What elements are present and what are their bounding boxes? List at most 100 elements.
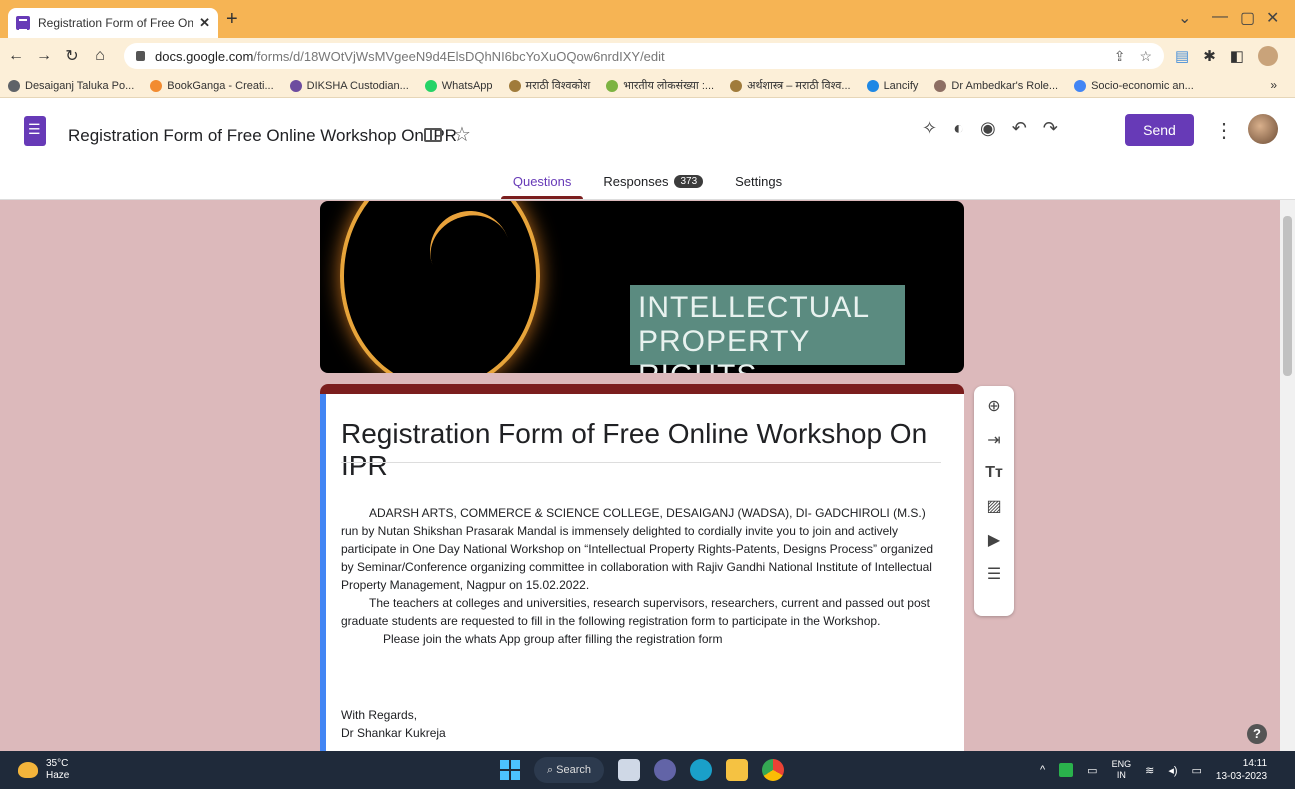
responses-count-badge: 373 xyxy=(674,175,704,188)
bookmark-star-icon[interactable]: ☆ xyxy=(1139,48,1152,65)
language-indicator[interactable]: ENG IN xyxy=(1112,759,1132,781)
tray-monitor-icon[interactable]: ▭ xyxy=(1087,764,1097,777)
header-banner-image[interactable]: INTELLECTUAL PROPERTY RIGHTS xyxy=(320,201,964,373)
add-image-icon[interactable]: ▨ xyxy=(986,496,1001,516)
form-title-card[interactable]: Registration Form of Free Online Worksho… xyxy=(320,384,964,751)
bookmark-item[interactable]: WhatsApp xyxy=(424,79,493,92)
bookmark-label: भारतीय लोकसंख्या :... xyxy=(623,80,715,92)
bookmark-item[interactable]: Dr Ambedkar's Role... xyxy=(934,79,1058,92)
volume-icon[interactable]: ◂) xyxy=(1168,764,1177,777)
form-description[interactable]: ADARSH ARTS, COMMERCE & SCIENCE COLLEGE,… xyxy=(341,504,946,648)
close-window-icon[interactable]: ✕ xyxy=(1266,8,1279,28)
bookmarks-bar: Desaiganj Taluka Po... BookGanga - Creat… xyxy=(0,74,1295,98)
card-accent-bar xyxy=(320,384,964,394)
signer-name: Dr Shankar Kukreja xyxy=(341,726,446,740)
tab-settings[interactable]: Settings xyxy=(731,174,786,197)
home-icon[interactable]: ⌂ xyxy=(88,47,112,65)
task-view-icon[interactable] xyxy=(618,759,640,781)
chrome-browser-icon[interactable] xyxy=(762,759,784,781)
bookmark-label: अर्थशास्त्र – मराठी विश्व... xyxy=(747,80,851,92)
preview-eye-icon[interactable]: ◉ xyxy=(980,118,996,139)
windows-start-icon[interactable] xyxy=(500,760,520,780)
document-title[interactable]: Registration Form of Free Online Worksho… xyxy=(68,126,457,146)
google-icon xyxy=(1074,79,1087,92)
tab-responses[interactable]: Responses 373 xyxy=(599,174,707,197)
add-title-text-icon[interactable]: Tт xyxy=(985,464,1003,482)
close-tab-icon[interactable]: ✕ xyxy=(199,15,210,31)
regards-text: With Regards, xyxy=(341,708,418,722)
docs-extension-icon[interactable]: ▤ xyxy=(1175,47,1189,65)
bookmark-item[interactable]: मराठी विश्वकोश xyxy=(508,78,591,93)
bookmark-favicon-icon xyxy=(606,79,619,92)
system-clock[interactable]: 14:11 13-03-2023 xyxy=(1216,757,1267,783)
addons-puzzle-icon[interactable]: ✧ xyxy=(922,118,937,139)
star-icon[interactable]: ☆ xyxy=(453,122,471,147)
bookmark-label: मराठी विश्वकोश xyxy=(525,80,591,92)
google-forms-favicon-icon xyxy=(16,16,30,31)
teams-chat-icon[interactable] xyxy=(654,759,676,781)
form-title[interactable]: Registration Form of Free Online Worksho… xyxy=(341,418,964,482)
region-code: IN xyxy=(1116,770,1126,780)
customize-theme-palette-icon[interactable]: ◐ xyxy=(953,118,964,139)
share-icon[interactable]: ⇪ xyxy=(1114,48,1126,65)
wifi-icon[interactable]: ≋ xyxy=(1145,764,1154,777)
bookmark-item[interactable]: Lancify xyxy=(866,79,918,92)
bookmark-label: BookGanga - Creati... xyxy=(167,79,274,92)
bookmark-item[interactable]: भारतीय लोकसंख्या :... xyxy=(606,78,714,93)
browser-tab[interactable]: Registration Form of Free Online ✕ xyxy=(8,8,218,38)
address-bar[interactable]: docs.google.com/forms/d/18WOtVjWsMVgeeN9… xyxy=(124,43,1164,69)
add-section-icon[interactable]: ☰ xyxy=(987,564,1001,584)
form-tabs: Questions Responses 373 Settings xyxy=(0,174,1295,199)
google-forms-logo-icon[interactable] xyxy=(24,116,46,146)
more-bookmarks-icon[interactable]: » xyxy=(1270,78,1277,92)
bookmark-item[interactable]: DIKSHA Custodian... xyxy=(289,79,409,92)
clock-time: 14:11 xyxy=(1242,758,1268,769)
reload-icon[interactable]: ↻ xyxy=(60,46,84,66)
search-label: Search xyxy=(556,764,592,776)
bookmark-item[interactable]: अर्थशास्त्र – मराठी विश्व... xyxy=(730,78,851,93)
account-avatar[interactable] xyxy=(1248,114,1278,144)
file-explorer-icon[interactable] xyxy=(726,759,748,781)
move-to-folder-icon[interactable] xyxy=(424,128,442,142)
forward-icon[interactable]: → xyxy=(32,47,56,65)
language-code: ENG xyxy=(1111,759,1132,769)
show-hidden-icons-chevron-icon[interactable]: ^ xyxy=(1040,764,1045,776)
lock-icon[interactable] xyxy=(136,51,145,61)
page-scrollbar[interactable] xyxy=(1280,200,1295,751)
bookmark-item[interactable]: BookGanga - Creati... xyxy=(150,79,274,92)
weather-condition: Haze xyxy=(46,770,70,781)
profile-avatar[interactable] xyxy=(1257,46,1278,66)
redo-icon[interactable]: ↷ xyxy=(1043,118,1058,139)
battery-icon[interactable]: ▭ xyxy=(1192,764,1202,777)
add-video-icon[interactable]: ▶ xyxy=(988,530,1000,550)
help-icon[interactable]: ? xyxy=(1247,724,1267,744)
new-tab-icon[interactable]: + xyxy=(226,8,238,31)
edge-browser-icon[interactable] xyxy=(690,759,712,781)
bookmark-item[interactable]: Desaiganj Taluka Po... xyxy=(8,79,134,92)
back-icon[interactable]: ← xyxy=(4,47,28,65)
add-question-icon[interactable]: ⊕ xyxy=(987,396,1000,416)
windows-taskbar: 35°C Haze ⌕ Search ^ ▭ ENG IN ≋ ◂) ▭ 14:… xyxy=(0,751,1295,789)
minimize-icon[interactable]: — xyxy=(1212,8,1228,26)
bookmark-favicon-icon xyxy=(508,79,521,92)
url-path: /forms/d/18WOtVjWsMVgeeN9d4ElsDQhNI6bcYo… xyxy=(253,48,665,64)
weather-widget[interactable]: 35°C Haze xyxy=(18,758,69,782)
bookmark-item[interactable]: Socio-economic an... xyxy=(1074,79,1194,92)
tab-questions[interactable]: Questions xyxy=(500,174,583,199)
import-questions-icon[interactable]: ⇥ xyxy=(987,430,1000,450)
undo-icon[interactable]: ↶ xyxy=(1012,118,1027,139)
browser-tab-strip: Registration Form of Free Online ✕ + ⌄ —… xyxy=(0,0,1295,38)
bookmark-favicon-icon xyxy=(934,79,947,92)
tab-search-chevron-icon[interactable]: ⌄ xyxy=(1178,8,1191,28)
tray-app-icon[interactable] xyxy=(1059,763,1074,777)
taskbar-search[interactable]: ⌕ Search xyxy=(534,757,604,783)
restore-icon[interactable]: ▢ xyxy=(1240,8,1255,28)
extensions-puzzle-icon[interactable]: ✱ xyxy=(1203,47,1216,65)
scrollbar-thumb[interactable] xyxy=(1283,216,1292,376)
clock-date: 13-03-2023 xyxy=(1215,771,1268,782)
floating-toolbar: ⊕ ⇥ Tт ▨ ▶ ☰ xyxy=(974,386,1014,616)
side-panel-icon[interactable]: ◧ xyxy=(1230,47,1244,65)
send-button[interactable]: Send xyxy=(1125,114,1194,146)
more-options-icon[interactable]: ⋮ xyxy=(1214,118,1234,143)
description-paragraph: The teachers at colleges and universitie… xyxy=(341,596,930,628)
